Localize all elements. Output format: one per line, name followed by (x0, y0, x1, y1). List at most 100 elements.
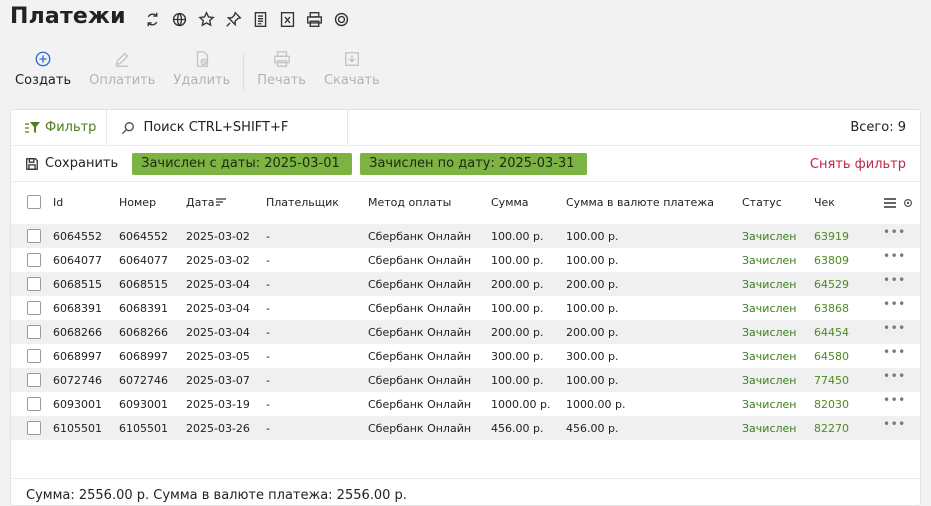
cell-id: 6068997 (53, 350, 102, 363)
row-more-icon[interactable]: ••• (883, 393, 906, 407)
search-input[interactable] (143, 120, 344, 135)
select-all-checkbox[interactable] (27, 195, 41, 209)
cell-status: Зачислен (742, 278, 797, 291)
refresh-icon[interactable] (140, 8, 165, 30)
cell-check[interactable]: 63809 (814, 254, 849, 267)
cell-date: 2025-03-04 (186, 326, 250, 339)
cell-sum: 100.00 р. (491, 230, 544, 243)
row-more-icon[interactable]: ••• (883, 321, 906, 335)
column-status[interactable]: Статус (742, 196, 782, 209)
cell-sum: 100.00 р. (491, 374, 544, 387)
table-row[interactable]: 6105501 6105501 2025-03-26 - Сбербанк Онлайн… (11, 416, 920, 440)
cell-check[interactable]: 63919 (814, 230, 849, 243)
cell-check[interactable]: 82270 (814, 422, 849, 435)
filter-button[interactable]: Фильтр (11, 110, 108, 145)
cell-check[interactable]: 64580 (814, 350, 849, 363)
cell-sum-currency: 200.00 р. (566, 326, 619, 339)
save-filter-button[interactable]: Сохранить (11, 156, 118, 171)
column-number[interactable]: Номер (119, 196, 156, 209)
save-label: Сохранить (45, 156, 119, 171)
row-more-icon[interactable]: ••• (883, 273, 906, 287)
row-more-icon[interactable]: ••• (883, 369, 906, 383)
download-button[interactable]: Скачать (319, 48, 385, 88)
cell-id: 6068391 (53, 302, 102, 315)
lifebuoy-icon[interactable] (329, 8, 354, 30)
gear-icon[interactable] (903, 198, 913, 208)
row-checkbox[interactable] (27, 397, 41, 411)
cell-status: Зачислен (742, 350, 797, 363)
column-sum[interactable]: Сумма (491, 196, 529, 209)
star-icon[interactable] (194, 8, 219, 30)
document-icon[interactable] (248, 8, 273, 30)
row-checkbox[interactable] (27, 301, 41, 315)
column-id[interactable]: Id (53, 196, 63, 209)
cell-number: 6064077 (119, 254, 168, 267)
footer-summary: Сумма: 2556.00 р. Сумма в валюте платежа… (26, 488, 407, 503)
cell-status: Зачислен (742, 422, 797, 435)
cell-check[interactable]: 82030 (814, 398, 849, 411)
excel-icon[interactable] (275, 8, 300, 30)
row-checkbox[interactable] (27, 421, 41, 435)
cell-status: Зачислен (742, 230, 797, 243)
create-label: Создать (15, 73, 72, 88)
table-row[interactable]: 6064552 6064552 2025-03-02 - Сбербанк Онлайн… (11, 224, 920, 248)
column-method[interactable]: Метод оплаты (368, 196, 451, 209)
cell-payer: - (266, 230, 270, 243)
cell-check[interactable]: 77450 (814, 374, 849, 387)
globe-icon[interactable] (167, 8, 192, 30)
pay-button[interactable]: Оплатить (84, 48, 160, 88)
filter-chip-date-from[interactable]: Зачислен с даты: 2025-03-01 (132, 152, 353, 175)
delete-button[interactable]: Удалить (168, 48, 235, 88)
column-menu-icon[interactable] (884, 198, 896, 208)
cell-sum-currency: 100.00 р. (566, 374, 619, 387)
table-row[interactable]: 6068391 6068391 2025-03-04 - Сбербанк Онлайн… (11, 296, 920, 320)
row-checkbox[interactable] (27, 277, 41, 291)
filter-chip-date-to[interactable]: Зачислен по дату: 2025-03-31 (360, 152, 588, 175)
cell-check[interactable]: 63868 (814, 302, 849, 315)
pin-icon[interactable] (221, 8, 246, 30)
cell-number: 6093001 (119, 398, 168, 411)
table-row[interactable]: 6068266 6068266 2025-03-04 - Сбербанк Онлайн… (11, 320, 920, 344)
sort-icon (216, 198, 227, 206)
cell-check[interactable]: 64454 (814, 326, 849, 339)
row-checkbox[interactable] (27, 229, 41, 243)
cell-sum: 200.00 р. (491, 278, 544, 291)
table-row[interactable]: 6064077 6064077 2025-03-02 - Сбербанк Онлайн… (11, 248, 920, 272)
column-date[interactable]: Дата (186, 196, 227, 209)
create-button[interactable]: Создать (10, 48, 76, 88)
table-row[interactable]: 6093001 6093001 2025-03-19 - Сбербанк Онлайн… (11, 392, 920, 416)
row-checkbox[interactable] (27, 373, 41, 387)
cell-id: 6064552 (53, 230, 102, 243)
printer-icon[interactable] (302, 8, 327, 30)
cell-date: 2025-03-02 (186, 254, 250, 267)
print-button[interactable]: Печать (252, 48, 311, 88)
row-more-icon[interactable]: ••• (883, 249, 906, 263)
row-more-icon[interactable]: ••• (883, 225, 906, 239)
table-row[interactable]: 6068515 6068515 2025-03-04 - Сбербанк Онлайн… (11, 272, 920, 296)
cell-date: 2025-03-19 (186, 398, 250, 411)
row-more-icon[interactable]: ••• (883, 297, 906, 311)
print-label: Печать (257, 73, 306, 88)
cell-id: 6064077 (53, 254, 102, 267)
column-check[interactable]: Чек (814, 196, 835, 209)
clear-filter-link[interactable]: Снять фильтр (810, 157, 906, 172)
row-checkbox[interactable] (27, 253, 41, 267)
total-count: Всего: 9 (850, 120, 906, 135)
table-row[interactable]: 6068997 6068997 2025-03-05 - Сбербанк Онлайн… (11, 344, 920, 368)
column-payer[interactable]: Плательщик (266, 196, 339, 209)
column-date-label: Дата (186, 196, 215, 209)
column-sum-currency[interactable]: Сумма в валюте платежа (566, 196, 714, 209)
filter-icon (25, 121, 40, 133)
cell-date: 2025-03-02 (186, 230, 250, 243)
row-checkbox[interactable] (27, 349, 41, 363)
cell-date: 2025-03-05 (186, 350, 250, 363)
row-more-icon[interactable]: ••• (883, 417, 906, 431)
table-row[interactable]: 6072746 6072746 2025-03-07 - Сбербанк Онлайн… (11, 368, 920, 392)
cell-id: 6093001 (53, 398, 102, 411)
cell-method: Сбербанк Онлайн (368, 254, 472, 267)
row-more-icon[interactable]: ••• (883, 345, 906, 359)
cell-payer: - (266, 302, 270, 315)
row-checkbox[interactable] (27, 325, 41, 339)
cell-date: 2025-03-04 (186, 302, 250, 315)
cell-check[interactable]: 64529 (814, 278, 849, 291)
